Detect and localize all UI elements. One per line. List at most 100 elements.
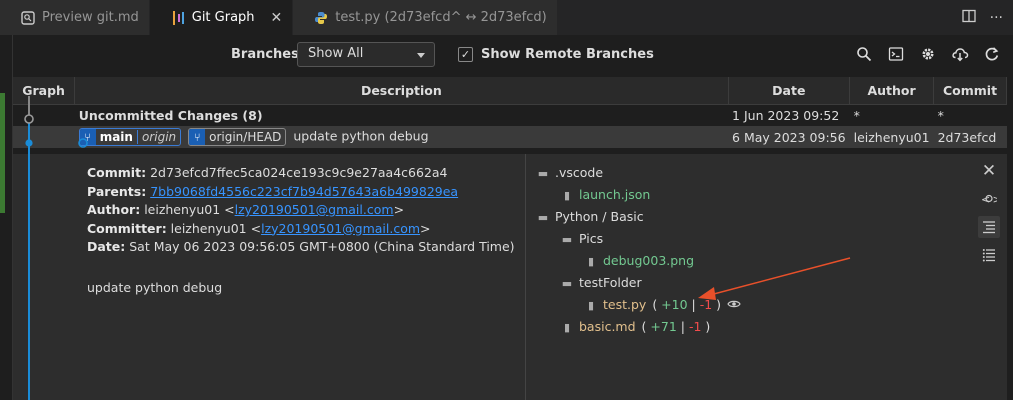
details-divider <box>525 154 526 400</box>
tree-folder-label: .vscode <box>555 165 604 180</box>
tree-folder-python-basic[interactable]: ▬ Python / Basic <box>537 206 741 228</box>
close-icon[interactable]: ✕ <box>271 10 283 26</box>
tree-folder-pics[interactable]: ▬ Pics <box>537 228 741 250</box>
commit-date: 6 May 2023 09:56 <box>732 129 846 145</box>
tree-file-launch-json[interactable]: ▮ launch.json <box>537 184 741 206</box>
graph-edge-main <box>28 118 30 400</box>
commit-author: leizhenyu01 <box>853 129 930 145</box>
refresh-icon[interactable] <box>983 45 1001 63</box>
tree-folder-label: testFolder <box>579 275 642 290</box>
detail-commit-value: 2d73efcd7ffec5ca024ce193c9c9e27aa4c662a4 <box>150 165 448 180</box>
tab-test-py-diff[interactable]: test.py (2d73efcd^ ↔ 2d73efcd) <box>293 0 558 35</box>
folder-icon: ▬ <box>537 210 549 224</box>
detail-date-label: Date: <box>87 239 126 254</box>
gear-icon[interactable] <box>919 45 937 63</box>
graph-node-uncommitted[interactable] <box>22 112 36 126</box>
branch-icon: ⑂ <box>189 129 206 145</box>
commit-message: update python debug <box>293 128 429 144</box>
file-icon: ▮ <box>563 320 571 334</box>
terminal-icon[interactable] <box>887 45 905 63</box>
editor-actions: ··· <box>961 0 1013 35</box>
column-header-graph[interactable]: Graph <box>13 77 76 105</box>
branch-ref-origin-head-label: origin/HEAD <box>209 130 282 144</box>
tree-file-label: test.py <box>603 297 647 312</box>
tree-file-basic-md[interactable]: ▮ basic.md ( +71 | -1 ) <box>537 316 741 338</box>
split-editor-icon[interactable] <box>961 9 976 27</box>
file-icon: ▮ <box>587 254 595 268</box>
svg-text:>: > <box>993 193 998 206</box>
editor-tab-bar: Preview git.md Git Graph ✕ test.py (2d73… <box>0 0 1013 35</box>
lines-deleted: -1 <box>688 319 702 334</box>
gutter-change-marker <box>0 93 5 213</box>
tab-preview-git-md[interactable]: Preview git.md <box>0 0 150 35</box>
tree-folder-label: Python / Basic <box>555 209 644 224</box>
code-review-icon[interactable]: <> <box>978 188 1000 210</box>
tab-label: test.py (2d73efcd^ ↔ 2d73efcd) <box>335 10 547 25</box>
search-icon[interactable] <box>855 45 873 63</box>
branches-dropdown-value: Show All <box>308 46 364 61</box>
branches-dropdown[interactable]: Show All <box>297 42 435 67</box>
detail-author-label: Author: <box>87 202 141 217</box>
branch-ref-remote-label: origin <box>136 130 180 144</box>
detail-commit-label: Commit: <box>87 165 147 180</box>
uncommitted-commit: * <box>937 107 944 123</box>
uncommitted-author: * <box>853 107 860 123</box>
preview-icon <box>20 10 36 26</box>
git-graph-icon <box>170 10 186 26</box>
show-remote-branches-label[interactable]: Show Remote Branches <box>481 47 654 62</box>
branch-ref-main[interactable]: ⑂ main origin <box>78 128 182 146</box>
detail-committer-name: leizhenyu01 <box>170 220 247 236</box>
folder-icon: ▬ <box>561 232 573 246</box>
list-view-icon[interactable] <box>978 244 1000 266</box>
tree-file-label: launch.json <box>579 187 651 202</box>
column-header-author[interactable]: Author <box>849 77 935 105</box>
detail-parents-label: Parents: <box>87 183 147 199</box>
lines-added: +10 <box>661 297 688 312</box>
detail-date: Date: Sat May 06 2023 09:56:05 GMT+0800 … <box>87 238 515 257</box>
detail-commit: Commit: 2d73efcd7ffec5ca024ce193c9c9e27a… <box>87 164 515 183</box>
commit-row-selected[interactable]: ⑂ main origin ⑂ origin/HEAD update pytho… <box>13 126 1007 148</box>
author-email-link[interactable]: lzy20190501@gmail.com <box>235 202 394 217</box>
detail-committer-label: Committer: <box>87 220 167 236</box>
commit-table: Graph Description Date Author Commit Unc… <box>13 77 1007 148</box>
commit-description: ⑂ main origin ⑂ origin/HEAD update pytho… <box>75 126 728 148</box>
column-header-commit[interactable]: Commit <box>933 77 1007 105</box>
detail-author: Author: leizhenyu01 <lzy20190501@gmail.c… <box>87 202 405 217</box>
lines-added: +71 <box>650 319 677 334</box>
commit-hash: 2d73efcd <box>937 129 997 145</box>
detail-author-name: leizhenyu01 <box>144 202 221 217</box>
details-panel-actions: ✕ <> <box>975 160 1003 266</box>
tab-label: Preview git.md <box>42 10 139 25</box>
parent-commit-link[interactable]: 7bb9068fd4556c223cf7b94d57643a6b499829ea <box>150 184 458 199</box>
tab-git-graph[interactable]: Git Graph ✕ <box>149 0 294 35</box>
tab-label: Git Graph <box>191 10 255 25</box>
column-header-description[interactable]: Description <box>74 77 729 105</box>
branch-ref-origin-head[interactable]: ⑂ origin/HEAD <box>188 128 287 146</box>
more-actions-icon[interactable]: ··· <box>990 10 1003 26</box>
show-remote-branches-checkbox[interactable]: ✓ <box>458 47 473 62</box>
folder-icon: ▬ <box>561 276 573 290</box>
uncommitted-description: Uncommitted Changes (8) <box>78 107 263 123</box>
column-header-date[interactable]: Date <box>728 77 851 105</box>
tree-view-icon[interactable] <box>978 216 1000 238</box>
graph-toolbar <box>855 45 1001 63</box>
uncommitted-changes-row[interactable]: Uncommitted Changes (8) 1 Jun 2023 09:52… <box>13 104 1007 126</box>
committer-email-link[interactable]: lzy20190501@gmail.com <box>261 221 420 236</box>
uncommitted-date: 1 Jun 2023 09:52 <box>732 107 840 123</box>
chevron-down-icon <box>417 53 425 58</box>
annotation-arrow <box>698 257 851 300</box>
left-gutter <box>0 35 13 400</box>
graph-node-head-marker <box>78 138 88 148</box>
detail-date-value: Sat May 06 2023 09:56:05 GMT+0800 (China… <box>129 239 515 254</box>
commit-details-info: Commit: 2d73efcd7ffec5ca024ce193c9c9e27a… <box>87 164 515 297</box>
branch-ref-main-label: main <box>99 130 133 144</box>
file-icon: ▮ <box>587 298 595 312</box>
graph-node-commit[interactable] <box>22 136 36 150</box>
file-icon: ▮ <box>563 188 571 202</box>
close-icon[interactable]: ✕ <box>978 160 1000 182</box>
branches-label: Branches: <box>231 47 305 62</box>
cloud-download-icon[interactable] <box>951 45 969 63</box>
tree-file-label: basic.md <box>579 319 636 334</box>
tree-folder-vscode[interactable]: ▬ .vscode <box>537 162 741 184</box>
detail-parents: Parents: 7bb9068fd4556c223cf7b94d57643a6… <box>87 183 515 202</box>
